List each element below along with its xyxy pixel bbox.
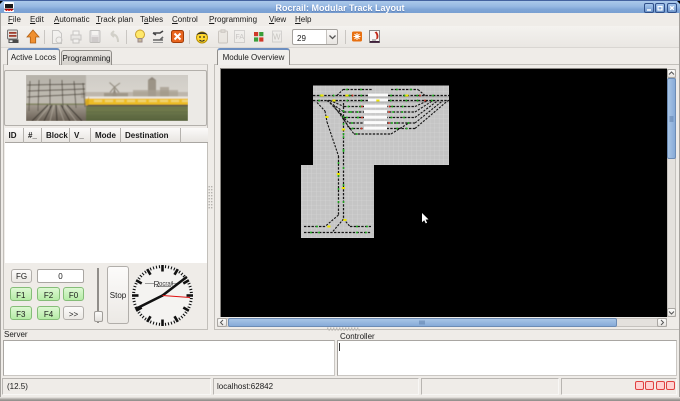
svg-text:W: W <box>273 33 281 42</box>
svg-text:ocrail: ocrail <box>159 282 173 288</box>
svg-text:FA: FA <box>236 34 245 41</box>
